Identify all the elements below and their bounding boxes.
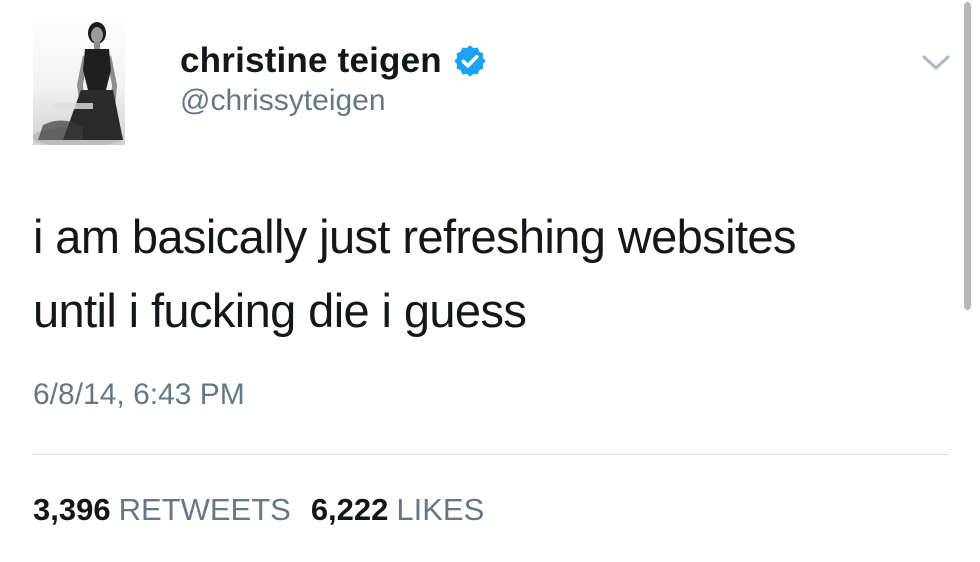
tweet-card: christine teigen @chrissyteigen i am bas… xyxy=(0,0,980,562)
avatar-photo xyxy=(33,15,125,145)
tweet-text-line-2: until i fucking die i guess xyxy=(33,284,527,337)
tweet-text-line-1: i am basically just refreshing websites xyxy=(33,210,796,263)
verified-badge-icon xyxy=(452,43,488,79)
divider xyxy=(33,454,949,455)
tweet-timestamp[interactable]: 6/8/14, 6:43 PM xyxy=(33,378,245,412)
scrollbar[interactable] xyxy=(964,2,971,310)
tweet-stats: 3,396 RETWEETS 6,222 LIKES xyxy=(33,492,484,528)
user-handle[interactable]: @chrissyteigen xyxy=(180,84,386,118)
retweets-count: 3,396 xyxy=(33,492,111,527)
retweets-stat[interactable]: 3,396 RETWEETS xyxy=(33,492,291,528)
display-name[interactable]: christine teigen xyxy=(180,41,442,81)
tweet-text: i am basically just refreshing websites … xyxy=(33,200,933,348)
retweets-label: RETWEETS xyxy=(118,492,291,527)
likes-count: 6,222 xyxy=(310,492,389,527)
likes-label: LIKES xyxy=(396,492,485,527)
chevron-down-icon[interactable] xyxy=(920,52,952,74)
name-row: christine teigen xyxy=(180,38,488,84)
likes-stat[interactable]: 6,222 LIKES xyxy=(311,492,484,528)
avatar[interactable] xyxy=(33,15,125,145)
